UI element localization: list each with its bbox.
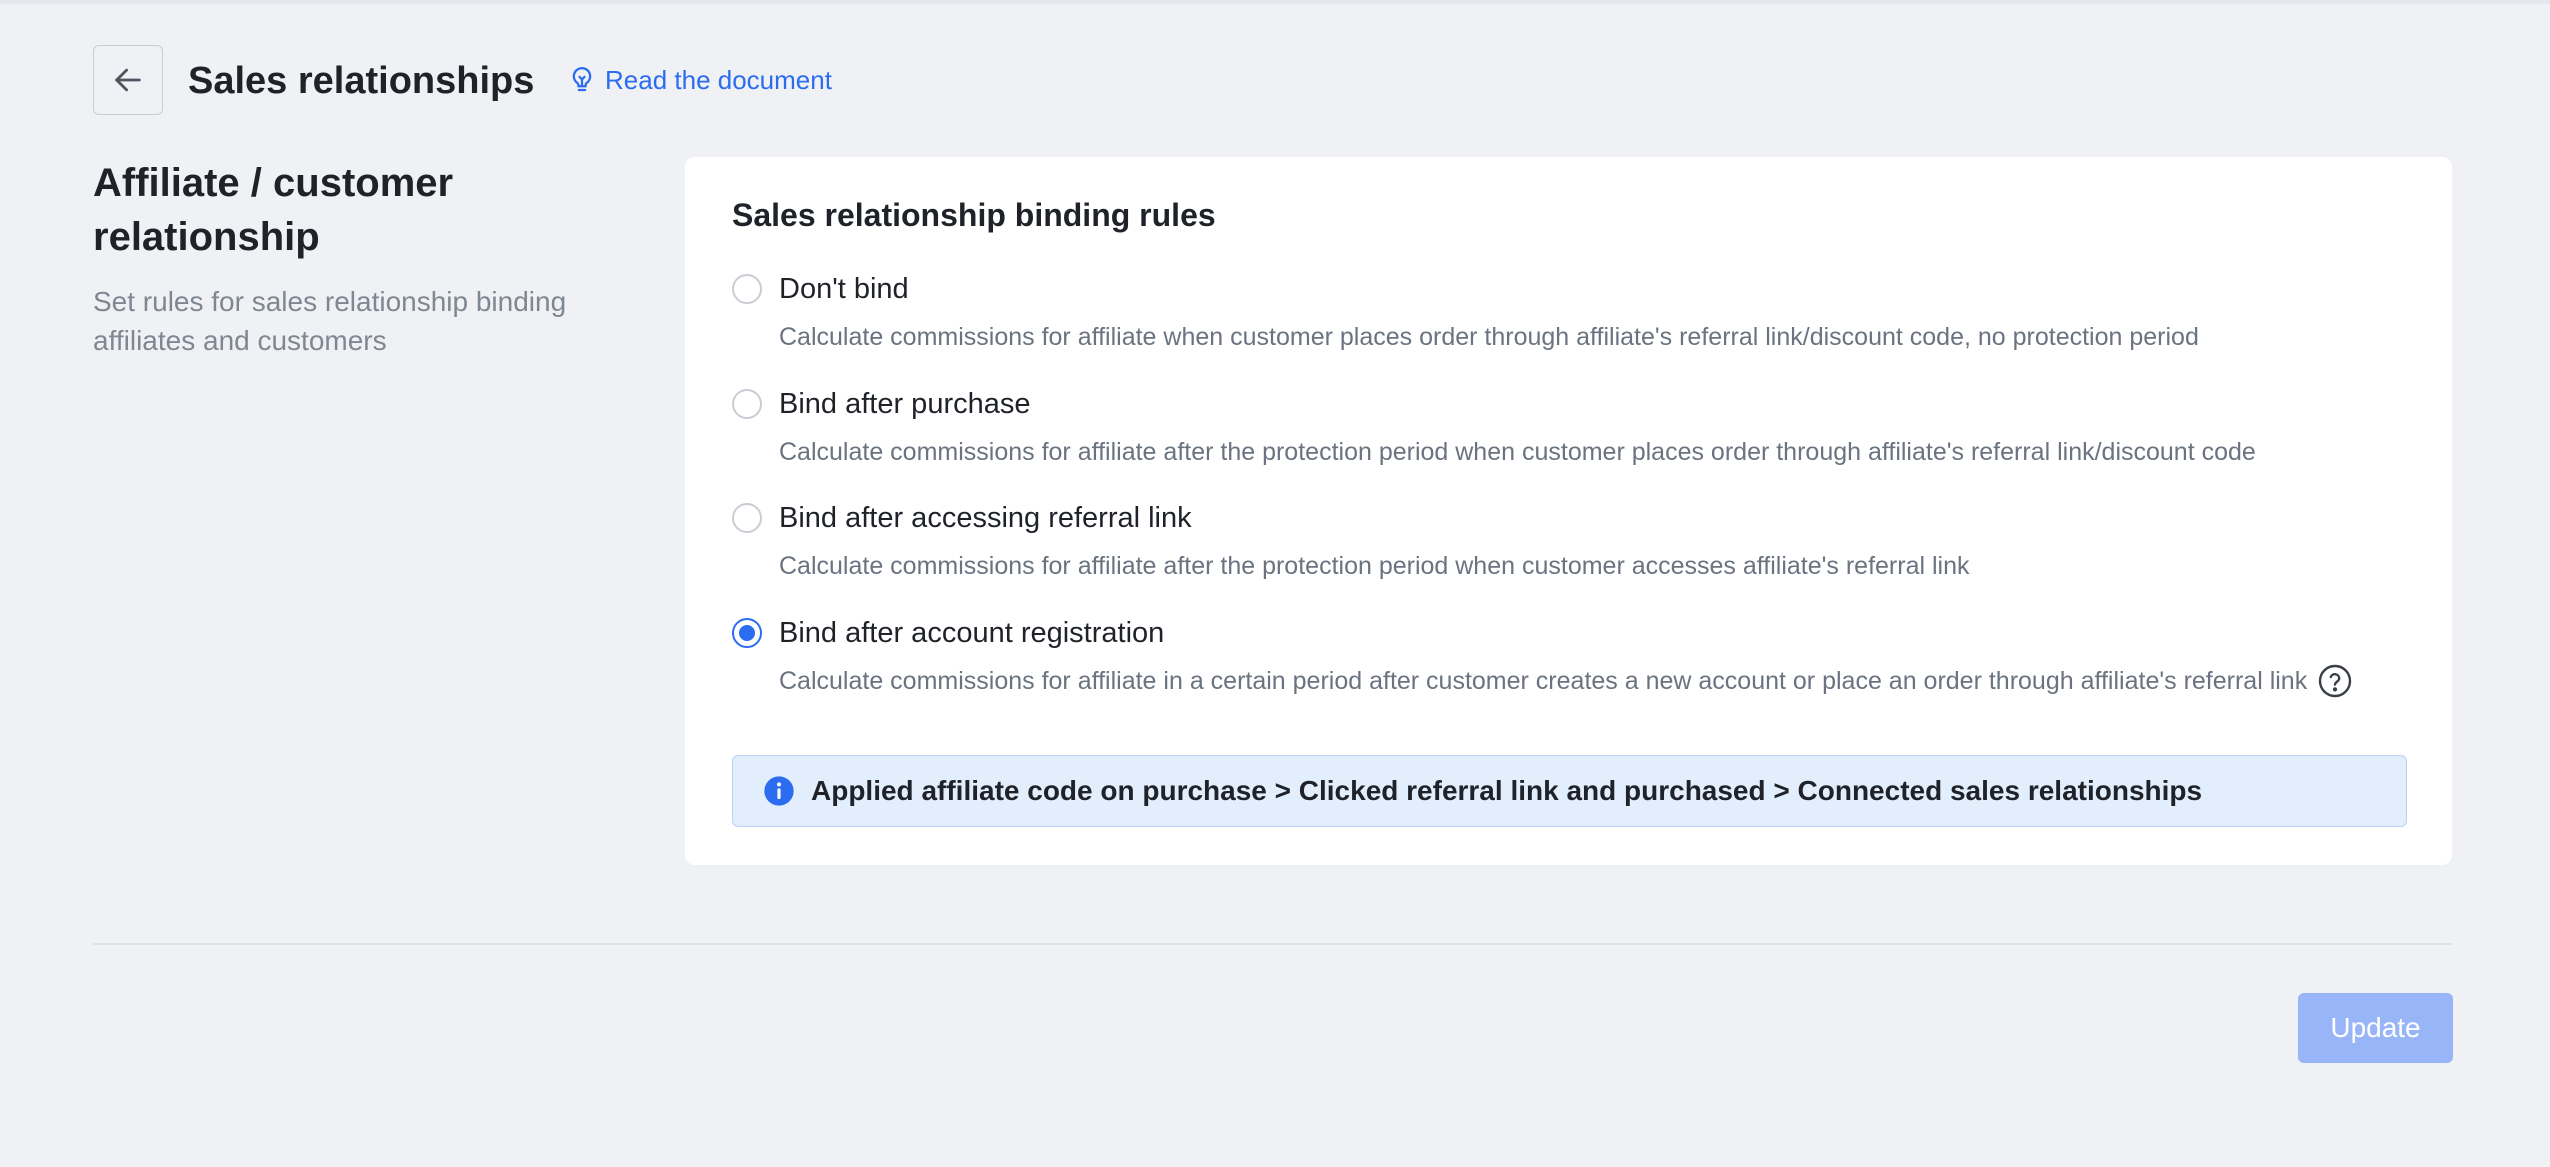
section-title: Affiliate / customer relationship xyxy=(93,161,454,259)
option-row[interactable]: Bind after account registration xyxy=(732,613,2412,653)
option-bind-after-referral-link[interactable]: Bind after accessing referral link Calcu… xyxy=(732,498,2412,584)
option-description-text: Calculate commissions for affiliate when… xyxy=(779,323,2199,351)
section-description: Set rules for sales relationship binding… xyxy=(93,286,567,356)
option-description-text: Calculate commissions for affiliate afte… xyxy=(779,438,2256,466)
option-row[interactable]: Don't bind xyxy=(732,269,2412,309)
option-bind-after-registration[interactable]: Bind after account registration Calculat… xyxy=(732,613,2412,699)
option-label: Bind after purchase xyxy=(779,388,1031,420)
option-description: Calculate commissions for affiliate afte… xyxy=(779,548,2412,584)
card-title: Sales relationship binding rules xyxy=(732,197,1216,233)
update-button[interactable]: Update xyxy=(2298,993,2453,1063)
option-description: Calculate commissions for affiliate in a… xyxy=(779,663,2412,699)
info-icon xyxy=(764,776,794,806)
binding-rules-card: Sales relationship binding rules Don't b… xyxy=(685,157,2452,865)
option-dont-bind[interactable]: Don't bind Calculate commissions for aff… xyxy=(732,269,2412,355)
option-description-text: Calculate commissions for affiliate afte… xyxy=(779,552,1970,580)
arrow-left-icon xyxy=(115,68,141,92)
option-label: Don't bind xyxy=(779,273,909,305)
radio-bind-after-referral-link[interactable] xyxy=(732,503,762,533)
option-label: Bind after accessing referral link xyxy=(779,502,1192,534)
footer-divider xyxy=(93,943,2453,945)
top-border xyxy=(0,0,2550,4)
option-row[interactable]: Bind after purchase xyxy=(732,384,2412,424)
option-description-text: Calculate commissions for affiliate in a… xyxy=(779,667,2308,695)
option-description: Calculate commissions for affiliate afte… xyxy=(779,434,2412,470)
option-bind-after-purchase[interactable]: Bind after purchase Calculate commission… xyxy=(732,384,2412,470)
info-text: Applied affiliate code on purchase > Cli… xyxy=(811,775,2203,806)
option-row[interactable]: Bind after accessing referral link xyxy=(732,498,2412,538)
read-document-label: Read the document xyxy=(605,65,832,95)
page-title: Sales relationships xyxy=(188,60,535,102)
radio-bind-after-registration[interactable] xyxy=(732,618,762,648)
back-button[interactable] xyxy=(93,45,163,115)
option-label: Bind after account registration xyxy=(779,617,1165,649)
question-circle-icon[interactable] xyxy=(2317,663,2353,699)
lightbulb-icon xyxy=(572,66,592,92)
option-description: Calculate commissions for affiliate when… xyxy=(779,319,2412,355)
read-document-link[interactable]: Read the document xyxy=(567,62,832,98)
radio-dont-bind[interactable] xyxy=(732,274,762,304)
radio-bind-after-purchase[interactable] xyxy=(732,389,762,419)
priority-info-banner: Applied affiliate code on purchase > Cli… xyxy=(732,755,2407,827)
